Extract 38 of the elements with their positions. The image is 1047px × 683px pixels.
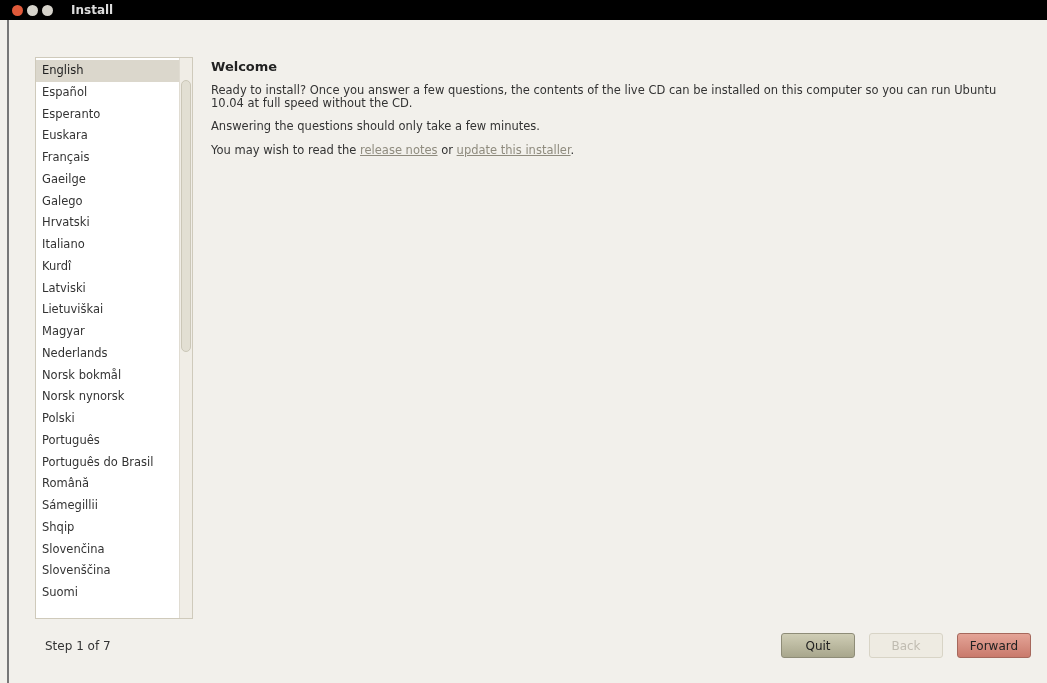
language-item[interactable]: Italiano	[36, 234, 179, 256]
language-item[interactable]: Sámegillii	[36, 495, 179, 517]
language-item[interactable]: Euskara	[36, 125, 179, 147]
language-item[interactable]: Gaeilge	[36, 168, 179, 191]
language-item[interactable]: Latviski	[36, 277, 179, 300]
language-item[interactable]: Português	[36, 429, 179, 452]
note-text: Answering the questions should only take a few minutes.	[211, 120, 542, 134]
language-item[interactable]: Shqip	[36, 516, 179, 539]
language-item[interactable]: Français	[36, 147, 179, 169]
scrollbar[interactable]	[179, 58, 192, 618]
window-title: Install	[71, 3, 114, 17]
language-item[interactable]: Español	[36, 81, 179, 104]
forward-button[interactable]: Forward	[957, 633, 1031, 658]
language-item[interactable]: Norsk bokmål	[36, 364, 179, 387]
minimize-icon[interactable]	[27, 4, 38, 16]
language-item[interactable]: Norsk nynorsk	[36, 386, 179, 408]
step-label: Step 1 of 7	[45, 638, 111, 653]
language-item[interactable]: Esperanto	[36, 103, 179, 126]
language-item[interactable]: Magyar	[36, 321, 179, 343]
quit-button[interactable]: Quit	[781, 633, 855, 658]
language-item[interactable]: Polski	[36, 408, 179, 430]
links-text: You may wish to read the release notes or update this installer.	[211, 143, 576, 157]
maximize-icon[interactable]	[42, 4, 53, 16]
close-icon[interactable]	[12, 4, 23, 16]
intro-text: Ready to install? Once you answer a few questions, the contents of the live CD can be installed on this computer so you can run Ubuntu 10.04 at full speed without the CD.	[211, 84, 998, 111]
language-item[interactable]: Slovenščina	[36, 560, 179, 582]
language-item[interactable]: Hrvatski	[36, 212, 179, 234]
language-item[interactable]: Nederlands	[36, 342, 179, 365]
language-item[interactable]: Kurdî	[36, 255, 179, 278]
language-item[interactable]: Lietuviškai	[36, 299, 179, 321]
language-item[interactable]: English	[36, 60, 179, 82]
language-item[interactable]: Slovenčina	[36, 538, 179, 561]
scroll-thumb[interactable]	[181, 80, 191, 352]
language-item[interactable]: Română	[36, 473, 179, 495]
page-heading: Welcome	[211, 59, 279, 74]
language-item[interactable]: Português do Brasil	[36, 451, 179, 474]
language-item[interactable]: Galego	[36, 190, 179, 213]
language-item[interactable]: Suomi	[36, 582, 179, 604]
